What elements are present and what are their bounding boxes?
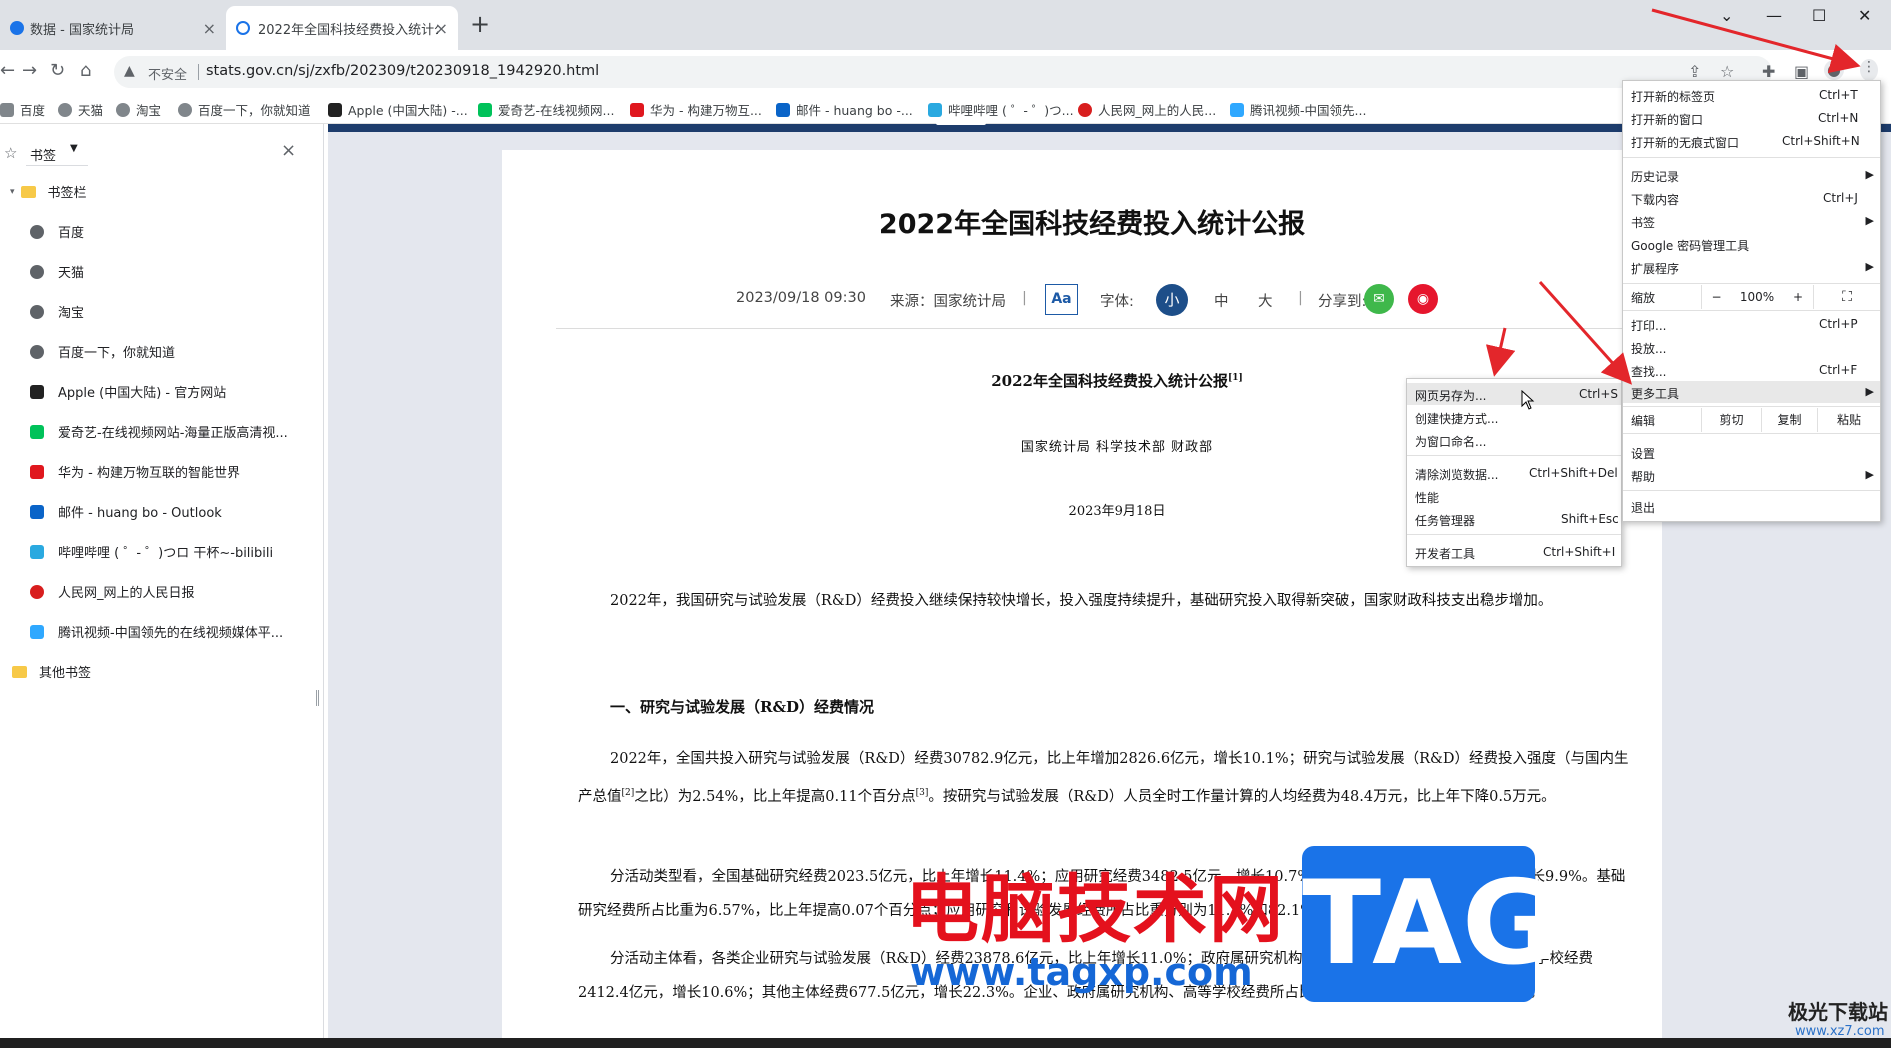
watermark-text: 电脑技术网 [905,867,1285,953]
browser-window: { "tabs": [ {"title": "数据 - 国家统计局", "clo… [0,0,1891,1048]
watermark-logo: TAG [1302,846,1557,1002]
site-watermark-name: 极光下载站 [1788,1000,1888,1024]
mouse-cursor-icon [1521,390,1535,410]
arrow-to-more-tools [1538,280,1633,385]
arrow-to-save-page [1485,327,1516,377]
arrow-to-menu [1651,8,1861,74]
os-taskbar [0,1038,1891,1048]
site-watermark-url: www.xz7.com [1795,1024,1885,1039]
watermark-url: www.tagxp.com [910,950,1253,994]
